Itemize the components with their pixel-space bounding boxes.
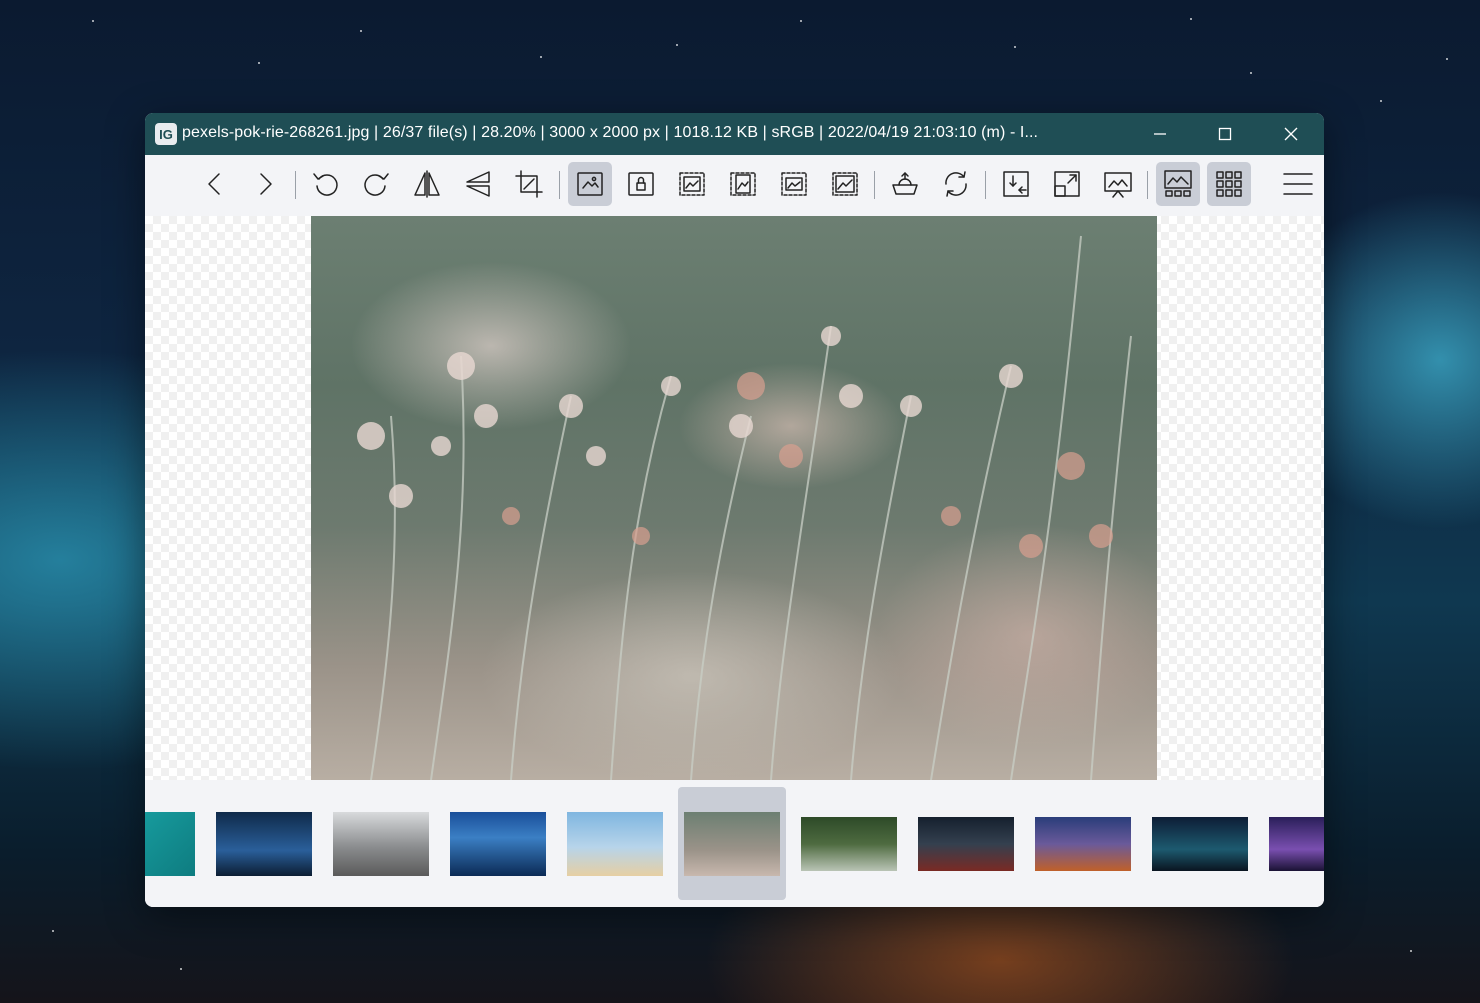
flip-vertical-button[interactable] [456,162,500,206]
toolbar-separator [985,171,986,199]
slideshow-icon [1104,172,1132,198]
thumbnail-11[interactable] [1263,787,1324,900]
toolbar-separator [1147,171,1148,199]
gallery-grid-icon [1216,171,1242,197]
refresh-button[interactable] [934,162,978,206]
flip-horizontal-button[interactable] [405,162,449,206]
thumbnail-3[interactable] [327,787,435,900]
crop-button[interactable] [507,162,551,206]
frameless-button[interactable] [994,162,1038,206]
toolbar-separator [874,171,875,199]
toggle-gallery-button[interactable] [1207,162,1251,206]
thumbnail-6[interactable] [678,787,786,900]
thumbnail-bar-icon [1164,170,1192,197]
image-viewer-area[interactable] [145,216,1324,780]
toggle-thumbnail-bar-button[interactable] [1156,162,1200,206]
scale-to-height-button[interactable] [721,162,765,206]
chevron-left-icon [208,173,220,195]
app-icon: IG [155,123,177,145]
rotate-left-icon [313,173,338,196]
rotate-right-icon [364,173,389,196]
maximize-button[interactable] [1195,113,1255,155]
toolbar-separator [295,171,296,199]
scale-to-fit-icon [781,172,807,196]
slideshow-button[interactable] [1096,162,1140,206]
close-icon [1284,127,1298,141]
chevron-right-icon [260,173,272,195]
scale-to-width-button[interactable] [670,162,714,206]
auto-zoom-icon [577,172,603,196]
thumbnail-2[interactable] [210,787,318,900]
scale-to-fill-button[interactable] [823,162,867,206]
close-button[interactable] [1261,113,1321,155]
hamburger-menu-icon [1283,173,1313,195]
thumbnail-7[interactable] [795,787,903,900]
thumbnail-bar [145,780,1324,907]
window-title: pexels-pok-rie-268261.jpg | 26/37 file(s… [182,124,1039,141]
open-with-button[interactable] [883,162,927,206]
next-image-button[interactable] [243,162,287,206]
toolbar [145,155,1324,216]
thumbnail-5[interactable] [561,787,669,900]
refresh-icon [945,171,967,197]
full-screen-icon [1054,171,1080,197]
image-viewer-window: IG pexels-pok-rie-268261.jpg | 26/37 fil… [145,113,1324,907]
maximize-icon [1218,127,1232,141]
lock-zoom-icon [628,172,654,196]
scale-to-width-icon [679,172,705,196]
open-with-icon [892,172,918,195]
thumbnail-4[interactable] [444,787,552,900]
thumbnail-8[interactable] [912,787,1020,900]
crop-icon [515,170,543,198]
rotate-left-button[interactable] [304,162,348,206]
main-menu-button[interactable] [1276,162,1320,206]
previous-image-button[interactable] [193,162,237,206]
minimize-icon [1154,133,1166,135]
title-bar[interactable]: IG pexels-pok-rie-268261.jpg | 26/37 fil… [145,113,1324,155]
thumbnail-1[interactable] [145,787,201,900]
flip-vertical-icon [466,171,490,197]
flip-horizontal-icon [414,170,440,198]
lock-zoom-button[interactable] [619,162,663,206]
rotate-right-button[interactable] [354,162,398,206]
frameless-icon [1003,171,1029,197]
minimize-button[interactable] [1130,113,1190,155]
thumbnail-10[interactable] [1146,787,1254,900]
grass-flowers-illustration [357,235,1132,780]
scale-to-height-icon [730,172,756,196]
auto-zoom-button[interactable] [568,162,612,206]
full-screen-button[interactable] [1045,162,1089,206]
toolbar-separator [559,171,560,199]
scale-to-fit-button[interactable] [772,162,816,206]
scale-to-fill-icon [832,172,858,196]
thumbnail-9[interactable] [1029,787,1137,900]
main-image[interactable] [311,216,1157,780]
